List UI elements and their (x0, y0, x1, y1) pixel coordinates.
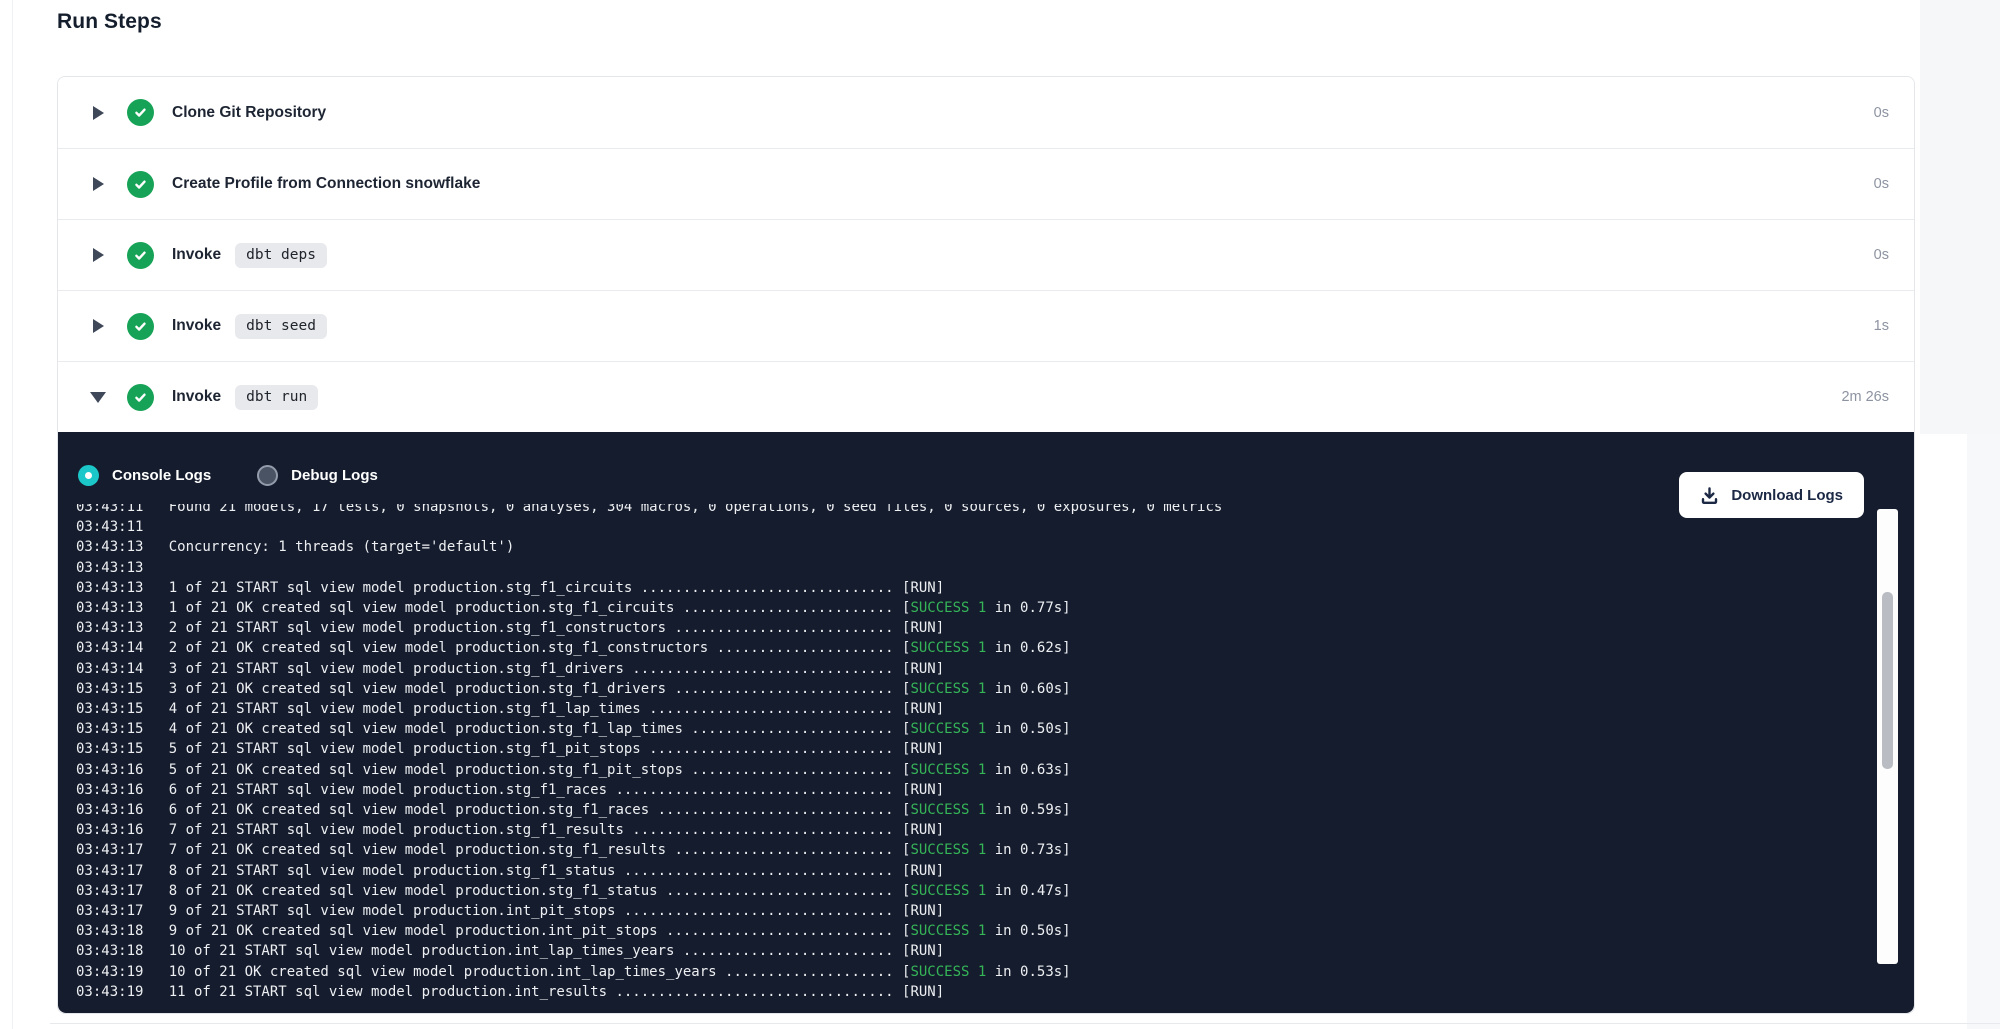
log-line: 03:43:16 5 of 21 OK created sql view mod… (76, 760, 1859, 780)
log-output[interactable]: 03:43:11 Found 21 models, 17 tests, 0 sn… (76, 504, 1859, 1007)
page-right-gutter-lower (1967, 434, 2000, 1029)
page-left-divider (12, 0, 13, 1029)
log-success-tag: SUCCESS 1 (910, 842, 986, 858)
step-label: Invoke (172, 317, 221, 335)
success-check-icon (127, 99, 154, 126)
console-log-panel: Console Logs Debug Logs Download Logs (58, 432, 1914, 1013)
debug-logs-label: Debug Logs (291, 467, 378, 484)
log-line: 03:43:17 8 of 21 START sql view model pr… (76, 861, 1859, 881)
log-line: 03:43:19 11 of 21 START sql view model p… (76, 982, 1859, 1002)
run-step-row[interactable]: Clone Git Repository 0s (58, 77, 1914, 148)
console-logs-label: Console Logs (112, 467, 211, 484)
log-success-tag: SUCCESS 1 (910, 883, 986, 899)
log-line: 03:43:14 3 of 21 START sql view model pr… (76, 659, 1859, 679)
log-line: 03:43:18 10 of 21 START sql view model p… (76, 941, 1859, 961)
log-line: 03:43:16 6 of 21 OK created sql view mod… (76, 800, 1859, 820)
step-duration: 0s (1874, 247, 1889, 263)
step-command-badge: dbt deps (235, 243, 327, 268)
step-command-badge: dbt run (235, 385, 318, 410)
step-label: Create Profile from Connection snowflake (172, 175, 480, 193)
log-scrollbar-thumb[interactable] (1882, 592, 1893, 769)
step-command-badge: dbt seed (235, 314, 327, 339)
page-right-gutter (1920, 0, 2000, 434)
log-line: 03:43:15 4 of 21 START sql view model pr… (76, 699, 1859, 719)
log-line: 03:43:18 9 of 21 OK created sql view mod… (76, 921, 1859, 941)
step-duration: 0s (1874, 176, 1889, 192)
run-step-row[interactable]: Create Profile from Connection snowflake… (58, 148, 1914, 219)
log-line: 03:43:15 4 of 21 OK created sql view mod… (76, 719, 1859, 739)
step-label: Invoke (172, 246, 221, 264)
log-line: 03:43:13 Concurrency: 1 threads (target=… (76, 537, 1859, 557)
step-duration: 0s (1874, 105, 1889, 121)
log-line: 03:43:13 2 of 21 START sql view model pr… (76, 618, 1859, 638)
log-line: 03:43:17 8 of 21 OK created sql view mod… (76, 881, 1859, 901)
log-success-tag: SUCCESS 1 (910, 802, 986, 818)
step-duration: 2m 26s (1841, 389, 1889, 405)
log-line: 03:43:13 1 of 21 START sql view model pr… (76, 578, 1859, 598)
log-line: 03:43:17 9 of 21 START sql view model pr… (76, 901, 1859, 921)
log-success-tag: SUCCESS 1 (910, 923, 986, 939)
debug-logs-radio[interactable]: Debug Logs (257, 465, 378, 486)
console-logs-radio[interactable]: Console Logs (78, 465, 211, 486)
log-line: 03:43:11 Found 21 models, 17 tests, 0 sn… (76, 504, 1859, 517)
expand-caret-icon[interactable] (89, 106, 107, 120)
log-success-tag: SUCCESS 1 (910, 640, 986, 656)
log-line: 03:43:16 7 of 21 START sql view model pr… (76, 820, 1859, 840)
log-line: 03:43:17 7 of 21 OK created sql view mod… (76, 840, 1859, 860)
expand-caret-icon[interactable] (89, 248, 107, 262)
log-success-tag: SUCCESS 1 (910, 762, 986, 778)
success-check-icon (127, 242, 154, 269)
radio-unselected-icon[interactable] (257, 465, 278, 486)
log-line: 03:43:15 3 of 21 OK created sql view mod… (76, 679, 1859, 699)
run-step-row[interactable]: Invoke dbt seed 1s (58, 290, 1914, 361)
log-line: 03:43:13 1 of 21 OK created sql view mod… (76, 598, 1859, 618)
log-success-tag: SUCCESS 1 (910, 964, 986, 980)
page-title: Run Steps (57, 10, 162, 34)
expand-caret-icon[interactable] (89, 177, 107, 191)
log-line: 03:43:14 2 of 21 OK created sql view mod… (76, 638, 1859, 658)
log-success-tag: SUCCESS 1 (910, 600, 986, 616)
step-label: Clone Git Repository (172, 104, 326, 122)
success-check-icon (127, 313, 154, 340)
success-check-icon (127, 384, 154, 411)
run-step-row[interactable]: Invoke dbt run 2m 26s (58, 361, 1914, 432)
section-bottom-divider (50, 1023, 2000, 1024)
download-logs-label: Download Logs (1731, 487, 1843, 504)
log-toolbar: Console Logs Debug Logs Download Logs (78, 452, 1889, 498)
log-line: 03:43:16 6 of 21 START sql view model pr… (76, 780, 1859, 800)
log-success-tag: SUCCESS 1 (910, 681, 986, 697)
log-success-tag: SUCCESS 1 (910, 721, 986, 737)
success-check-icon (127, 171, 154, 198)
run-step-row[interactable]: Invoke dbt deps 0s (58, 219, 1914, 290)
step-duration: 1s (1874, 318, 1889, 334)
expand-caret-icon[interactable] (89, 392, 107, 403)
log-scrollbar[interactable] (1877, 509, 1898, 964)
log-line: 03:43:19 10 of 21 OK created sql view mo… (76, 962, 1859, 982)
radio-selected-icon[interactable] (78, 465, 99, 486)
log-line: 03:43:11 (76, 517, 1859, 537)
log-line: 03:43:13 (76, 558, 1859, 578)
download-icon (1700, 486, 1719, 505)
run-steps-list: Clone Git Repository 0s Create Profile f… (58, 77, 1914, 432)
log-line: 03:43:15 5 of 21 START sql view model pr… (76, 739, 1859, 759)
step-label: Invoke (172, 388, 221, 406)
expand-caret-icon[interactable] (89, 319, 107, 333)
run-steps-page: Run Steps Clone Git Repository 0s Create… (0, 0, 2000, 1029)
run-steps-card: Clone Git Repository 0s Create Profile f… (57, 76, 1915, 1014)
